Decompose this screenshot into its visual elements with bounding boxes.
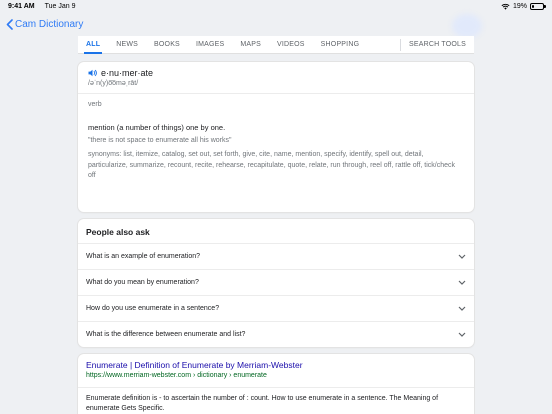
synonyms: synonyms: list, itemize, catalog, set ou… (88, 151, 456, 179)
nav-decoration (452, 14, 482, 38)
word-row: e·nu·mer·ate (88, 68, 464, 78)
chevron-down-icon (458, 254, 466, 259)
nav-bar: Cam Dictionary (0, 12, 552, 38)
people-also-ask-card: People also ask What is an example of en… (78, 219, 474, 347)
paa-title: People also ask (86, 227, 150, 237)
definition: mention (a number of things) one by one. (88, 123, 226, 132)
chevron-down-icon (458, 332, 466, 337)
headword: e·nu·mer·ate (101, 68, 154, 78)
battery-fill (532, 4, 534, 8)
example-sentence: "there is not space to enumerate all his… (88, 137, 232, 144)
tab-search-tools[interactable]: SEARCH TOOLS (401, 36, 474, 54)
status-date: Tue Jan 9 (44, 2, 76, 10)
status-right: 19% (501, 2, 546, 10)
speaker-icon[interactable] (88, 69, 97, 77)
chevron-down-icon (458, 280, 466, 285)
dictionary-card: e·nu·mer·ate /əˈn(y)o͞oməˌrāt/ verb ment… (78, 62, 474, 212)
paa-question[interactable]: How do you use enumerate in a sentence? (78, 295, 474, 321)
back-button-label: Cam Dictionary (15, 18, 84, 30)
paa-question[interactable]: What do you mean by enumeration? (78, 269, 474, 295)
tab-videos[interactable]: VIDEOS (269, 36, 313, 54)
wifi-icon (501, 3, 510, 10)
tab-maps[interactable]: MAPS (232, 36, 269, 54)
phonetic: /əˈn(y)o͞oməˌrāt/ (88, 80, 139, 87)
result-url: https://www.merriam-webster.com › dictio… (86, 372, 267, 379)
tab-news[interactable]: NEWS (108, 36, 146, 54)
battery-percent: 19% (512, 2, 527, 10)
status-bar: 9:41 AM Tue Jan 9 19% (0, 0, 552, 12)
search-tabs: ALL NEWS BOOKS IMAGES MAPS VIDEOS SHOPPI… (78, 36, 474, 54)
tab-shopping[interactable]: SHOPPING (313, 36, 368, 54)
tab-images[interactable]: IMAGES (188, 36, 232, 54)
result-title-link[interactable]: Enumerate | Definition of Enumerate by M… (78, 354, 474, 370)
chevron-down-icon (458, 306, 466, 311)
part-of-speech: verb (88, 101, 102, 108)
tab-books[interactable]: BOOKS (146, 36, 188, 54)
dictionary-header: e·nu·mer·ate /əˈn(y)o͞oməˌrāt/ (78, 62, 474, 87)
back-button[interactable]: Cam Dictionary (6, 19, 83, 30)
battery-icon (530, 2, 546, 10)
result-snippet: Enumerate definition is - to ascertain t… (86, 395, 439, 412)
paa-question[interactable]: What is an example of enumeration? (78, 243, 474, 269)
status-time: 9:41 AM (8, 2, 35, 10)
chevron-left-icon (6, 18, 13, 30)
paa-question[interactable]: What is the difference between enumerate… (78, 321, 474, 347)
search-result-card: Enumerate | Definition of Enumerate by M… (78, 354, 474, 414)
tab-all[interactable]: ALL (78, 36, 108, 54)
